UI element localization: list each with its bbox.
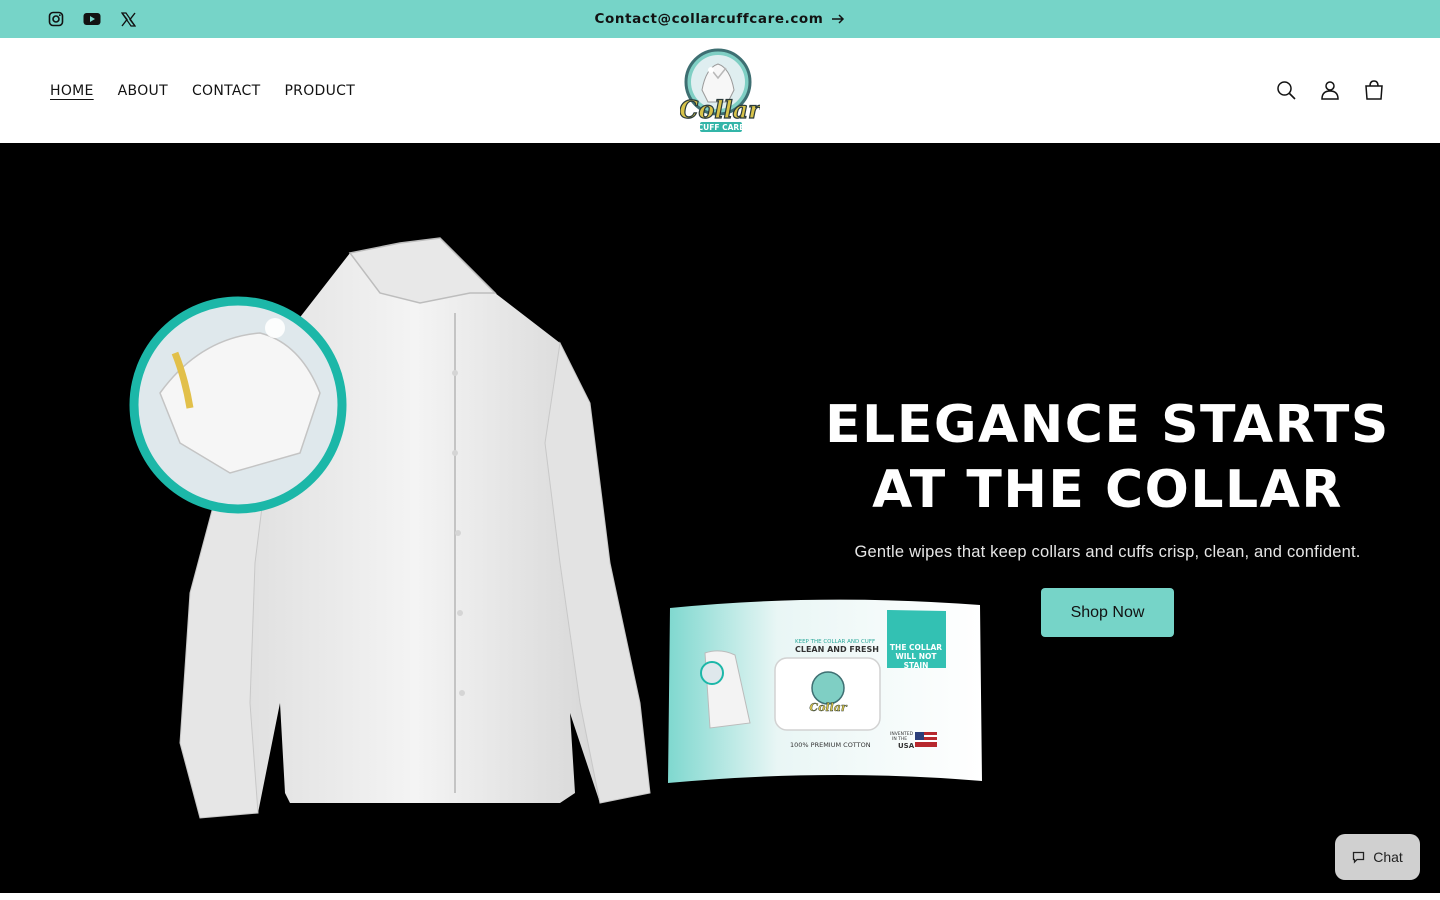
site-logo[interactable]: Collar CUFF CARE xyxy=(679,46,764,134)
logo-subtext: CUFF CARE xyxy=(698,123,745,132)
header-icons xyxy=(1274,76,1386,104)
nav-item-home[interactable]: HOME xyxy=(50,83,94,99)
shop-now-button[interactable]: Shop Now xyxy=(1041,588,1174,637)
announcement-link[interactable]: Contact@collarcuffcare.com xyxy=(0,0,1440,38)
announcement-text: Contact@collarcuffcare.com xyxy=(594,11,824,27)
pack-tagline: CLEAN AND FRESH xyxy=(795,645,879,654)
pack-badge-line3: STAIN xyxy=(904,661,929,670)
page-bottom-strip xyxy=(0,893,1440,900)
announcement-bar: Contact@collarcuffcare.com xyxy=(0,0,1440,38)
pack-badge-line2: WILL NOT xyxy=(895,652,937,661)
hero-title: ELEGANCE STARTS AT THE COLLAR xyxy=(810,393,1405,523)
hero-subtitle: Gentle wipes that keep collars and cuffs… xyxy=(854,543,1361,561)
main-nav: HOME ABOUT CONTACT PRODUCT xyxy=(50,38,355,143)
cart-icon[interactable] xyxy=(1362,76,1386,104)
search-icon[interactable] xyxy=(1274,76,1298,104)
site-header: HOME ABOUT CONTACT PRODUCT Collar CUFF C… xyxy=(0,38,1440,143)
chat-bubble-icon xyxy=(1353,851,1365,864)
nav-item-about[interactable]: ABOUT xyxy=(118,83,168,99)
hero-title-line1: ELEGANCE STARTS xyxy=(825,395,1390,455)
pack-cotton-text: 100% PREMIUM COTTON xyxy=(790,741,871,749)
nav-item-contact[interactable]: CONTACT xyxy=(192,83,261,99)
pack-invented-3: USA xyxy=(898,742,915,750)
chat-button[interactable]: Chat xyxy=(1335,834,1420,880)
svg-text:Collar: Collar xyxy=(809,701,848,714)
arrow-right-icon xyxy=(832,14,845,24)
hero-banner: THE COLLAR WILL NOT STAIN KEEP THE COLLA… xyxy=(0,143,1440,893)
chat-label: Chat xyxy=(1373,849,1403,865)
hero-title-line2: AT THE COLLAR xyxy=(872,460,1343,520)
logo-text: Collar xyxy=(680,95,760,124)
account-icon[interactable] xyxy=(1318,76,1342,104)
nav-item-product[interactable]: PRODUCT xyxy=(284,83,355,99)
pack-badge-line1: THE COLLAR xyxy=(890,643,942,652)
